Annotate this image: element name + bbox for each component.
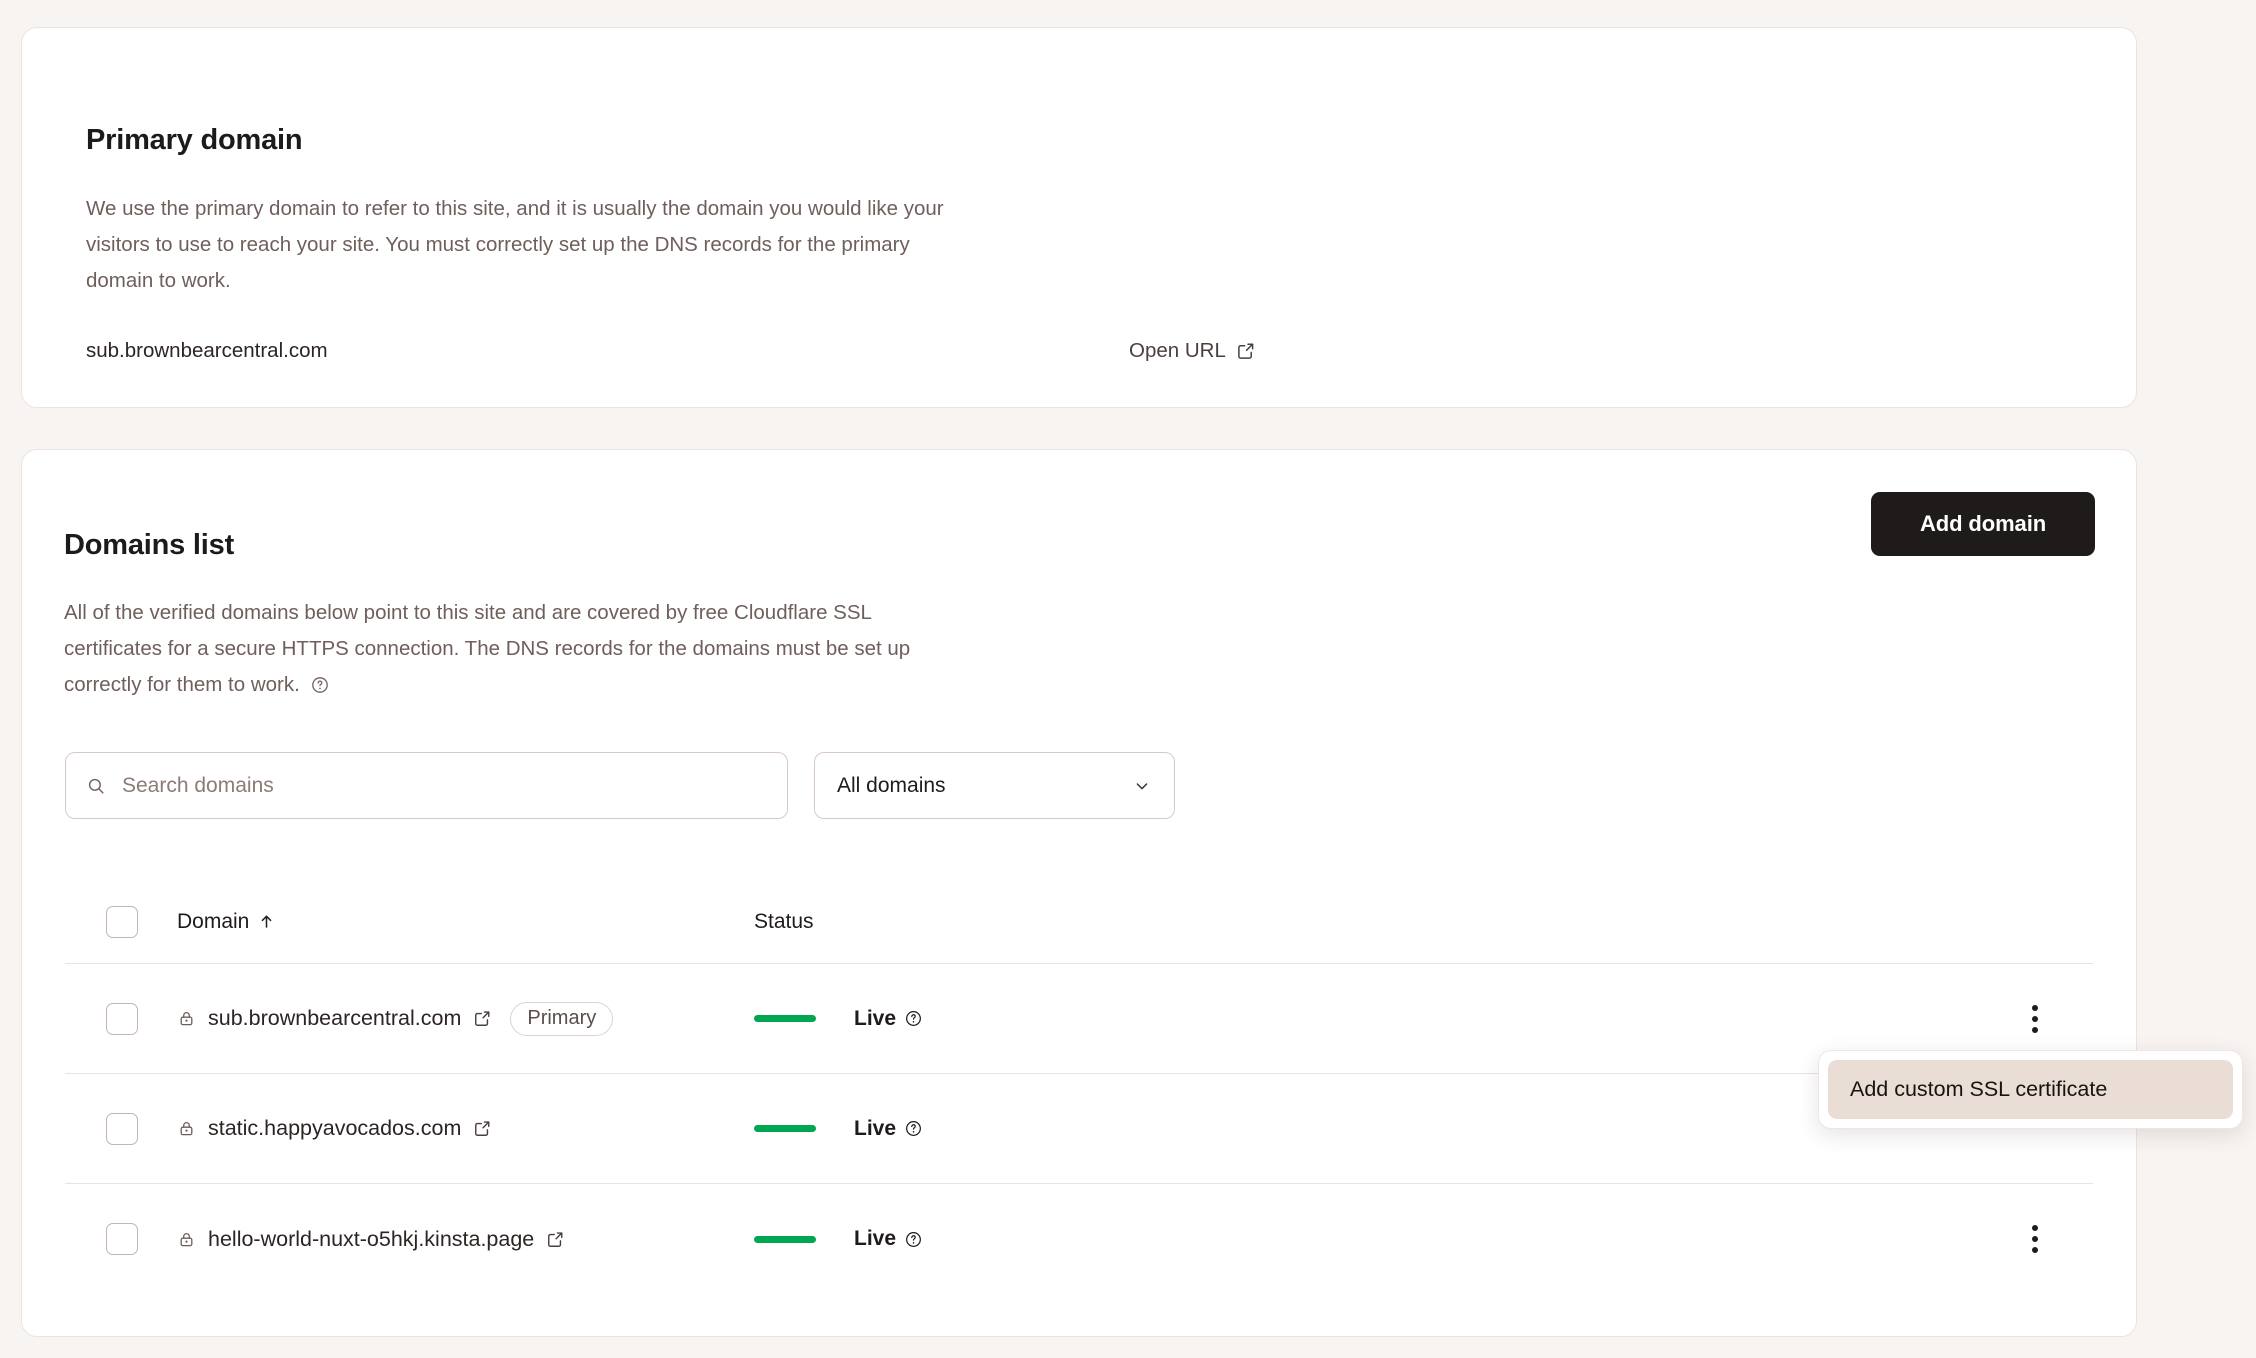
add-domain-button[interactable]: Add domain [1871,492,2095,556]
search-input[interactable] [120,772,767,799]
lock-icon [177,1009,196,1028]
open-url-label: Open URL [1129,339,1226,362]
primary-domain-description: We use the primary domain to refer to th… [86,196,944,292]
table-row: sub.brownbearcentral.com Primary Live [65,964,2093,1074]
help-circle-icon[interactable] [904,1119,923,1138]
row-domain-cell: static.happyavocados.com [177,1116,754,1141]
lock-icon [177,1230,196,1249]
domains-filter-value: All domains [837,773,946,797]
column-header-status-label: Status [754,909,814,933]
arrow-up-icon [258,913,275,930]
primary-domain-value: sub.brownbearcentral.com [86,339,328,362]
select-all-checkbox[interactable] [106,905,138,938]
domains-list-description: All of the verified domains below point … [64,595,964,703]
external-link-icon [1236,341,1256,361]
status-label: Live [854,1227,897,1250]
column-header-status[interactable]: Status [754,910,1174,934]
row-domain-cell: sub.brownbearcentral.com Primary [177,1001,754,1036]
status-indicator-bar [754,1235,816,1243]
help-circle-icon[interactable] [904,1009,923,1028]
column-header-domain-label: Domain [177,909,250,933]
search-domains-field[interactable] [65,752,788,819]
status-label: Live [854,1006,897,1030]
table-header-row: Domain Status [65,880,2093,964]
status-label-group: Live [854,1007,923,1031]
row-domain-name[interactable]: sub.brownbearcentral.com [208,1006,461,1031]
open-url-link[interactable]: Open URL [1129,339,1256,363]
row-domain-name[interactable]: hello-world-nuxt-o5hkj.kinsta.page [208,1227,534,1252]
search-icon [86,776,106,796]
row-actions-menu-button[interactable] [2018,1222,2052,1256]
chevron-down-icon [1132,776,1152,796]
row-domain-cell: hello-world-nuxt-o5hkj.kinsta.page [177,1227,754,1252]
menu-item-add-custom-ssl-certificate[interactable]: Add custom SSL certificate [1828,1060,2233,1119]
primary-domain-card: Primary domain We use the primary domain… [21,27,2137,408]
primary-domain-title: Primary domain [86,124,303,157]
row-checkbox[interactable] [106,1223,138,1255]
domains-list-title: Domains list [64,529,235,562]
domains-table: Domain Status sub.brownbearcentral.com P… [65,880,2093,1294]
external-link-icon[interactable] [546,1230,565,1249]
table-row: static.happyavocados.com Live [65,1074,2093,1184]
column-header-domain[interactable]: Domain [177,910,754,934]
status-label: Live [854,1116,897,1140]
row-status-cell: Live [754,1007,1174,1031]
domains-filter-select[interactable]: All domains [814,752,1175,819]
external-link-icon[interactable] [473,1119,492,1138]
status-label-group: Live [854,1227,923,1251]
lock-icon [177,1119,196,1138]
status-indicator-bar [754,1015,816,1022]
row-actions-menu-button[interactable] [2018,1002,2052,1036]
row-checkbox[interactable] [106,1112,138,1145]
primary-badge: Primary [510,1001,614,1036]
status-label-group: Live [854,1117,923,1141]
domains-list-description-text: All of the verified domains below point … [64,600,911,696]
help-circle-icon[interactable] [310,675,330,695]
page-root: Primary domain We use the primary domain… [0,0,2256,1358]
help-circle-icon[interactable] [904,1230,923,1249]
row-checkbox[interactable] [106,1002,138,1035]
row-status-cell: Live [754,1227,1174,1251]
table-row: hello-world-nuxt-o5hkj.kinsta.page Live [65,1184,2093,1294]
external-link-icon[interactable] [473,1009,492,1028]
row-actions-context-menu: Add custom SSL certificate [1818,1050,2243,1129]
row-status-cell: Live [754,1117,1174,1141]
status-indicator-bar [754,1125,816,1132]
row-domain-name[interactable]: static.happyavocados.com [208,1116,461,1141]
